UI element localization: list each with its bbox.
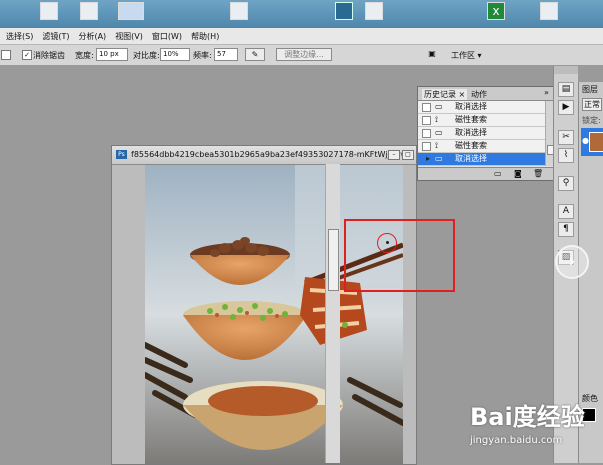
photoshop-doc-icon: Ps	[116, 150, 127, 159]
history-state-label: 磁性套索	[455, 115, 487, 124]
document-title-bar[interactable]: Ps f85564dbb4219cbea5301b2965a9ba23ef493…	[112, 146, 416, 165]
excel-app-icon[interactable]: x	[487, 2, 505, 20]
blend-mode-select[interactable]: 正常	[582, 98, 602, 111]
character-dock-icon[interactable]: A	[558, 204, 574, 219]
menu-item-window[interactable]: 窗口(W)	[152, 31, 182, 42]
deselect-icon: ▭	[435, 154, 443, 163]
history-state-label: 取消选择	[455, 154, 487, 163]
desktop-file-icon[interactable]	[40, 2, 58, 20]
snapshot-source-checkbox[interactable]	[422, 142, 431, 151]
scallion	[342, 322, 348, 328]
layer-row-selected[interactable]: ●	[581, 128, 603, 156]
refine-edge-button[interactable]: 调整边缘...	[276, 48, 332, 61]
tools-dock-icon[interactable]: ✂	[558, 130, 574, 145]
history-state-row[interactable]: ⟟ 磁性套索	[418, 114, 545, 127]
snapshot-source-checkbox[interactable]	[422, 103, 431, 112]
antialias-checkbox[interactable]: ✓	[22, 50, 32, 60]
magnetic-lasso-icon: ⟟	[435, 115, 438, 124]
lasso-anchor-point	[386, 241, 389, 244]
actions-dock-icon[interactable]: ▶	[558, 100, 574, 115]
magnetic-lasso-icon: ⟟	[435, 141, 438, 150]
history-dock-icon[interactable]: ▤	[558, 82, 574, 97]
history-footer: ▭ ◙ 🗑	[418, 167, 555, 180]
next-arrow-icon[interactable]: ›	[555, 245, 589, 279]
document-scroll-thumb[interactable]	[328, 229, 339, 291]
desktop-taskbar-strip: x	[0, 0, 603, 28]
desktop-app-icon[interactable]	[118, 2, 144, 20]
frequency-label: 频率:	[193, 51, 212, 60]
eye-icon[interactable]: ●	[582, 136, 589, 145]
desktop-file-icon[interactable]	[365, 2, 383, 20]
clone-dock-icon[interactable]: ⚲	[558, 176, 574, 191]
menu-item-filter[interactable]: 滤镜(T)	[42, 31, 69, 42]
baidu-jingyan-watermark: Bai度经验 jingyan.baidu.com	[470, 395, 600, 455]
antialias-label: 消除锯齿	[33, 51, 65, 60]
desktop-file-icon[interactable]	[540, 2, 558, 20]
menu-item-select[interactable]: 选择(S)	[6, 31, 33, 42]
maximize-icon[interactable]: □	[402, 150, 414, 160]
menu-item-help[interactable]: 帮助(H)	[191, 31, 219, 42]
layer-thumbnail	[589, 132, 603, 152]
menu-bar: 选择(S) 滤镜(T) 分析(A) 视图(V) 窗口(W) 帮助(H)	[0, 28, 603, 45]
history-state-row[interactable]: ▭ 取消选择	[418, 127, 545, 140]
document-vertical-scrollbar[interactable]	[325, 164, 340, 463]
menu-item-view[interactable]: 视图(V)	[115, 31, 143, 42]
history-state-label: 取消选择	[455, 102, 487, 111]
width-field[interactable]: 10 px	[96, 48, 128, 61]
panel-menu-icon[interactable]: »	[544, 88, 549, 97]
desktop-file-icon[interactable]	[80, 2, 98, 20]
lock-label: 锁定:	[582, 116, 601, 125]
history-panel: 历史记录 × 动作 » ▭ 取消选择 ⟟ 磁性套索 ▭ 取消选择 ⟟ 磁性套索 …	[417, 86, 556, 181]
tab-actions[interactable]: 动作	[471, 89, 487, 100]
snapshot-source-checkbox[interactable]	[422, 116, 431, 125]
contrast-field[interactable]: 10%	[160, 48, 190, 61]
workspace-button[interactable]: 工作区 ▾	[451, 50, 482, 61]
watermark-brand: Bai度经验	[470, 403, 585, 431]
width-label: 宽度:	[75, 51, 94, 60]
dock-header	[554, 66, 578, 74]
braised-pork-slices	[208, 386, 318, 416]
watermark-url: jingyan.baidu.com	[470, 435, 563, 446]
menu-item-analysis[interactable]: 分析(A)	[78, 31, 106, 42]
annotation-red-box	[344, 219, 455, 292]
history-state-row[interactable]: ⟟ 磁性套索	[418, 140, 545, 153]
history-state-label: 磁性套索	[455, 141, 487, 150]
tool-options-bar: ✓ 消除锯齿 宽度: 10 px 对比度: 10% 频率: 57 ✎ 调整边缘.…	[0, 45, 603, 66]
snapshot-icon[interactable]: ◙	[514, 169, 522, 178]
snapshot-source-checkbox[interactable]	[422, 129, 431, 138]
delete-icon[interactable]: 🗑	[533, 169, 543, 178]
contrast-label: 对比度:	[133, 51, 160, 60]
tab-history[interactable]: 历史记录 ×	[422, 89, 468, 100]
paragraph-dock-icon[interactable]: ¶	[558, 222, 574, 237]
document-window: Ps f85564dbb4219cbea5301b2965a9ba23ef493…	[111, 145, 417, 465]
desktop-app-icon[interactable]	[335, 2, 353, 20]
feather-checkbox[interactable]	[1, 50, 11, 60]
desktop-file-icon[interactable]	[230, 2, 248, 20]
history-state-row-selected[interactable]: ▸ ▭ 取消选择	[418, 153, 545, 166]
new-document-from-state-icon[interactable]: ▭	[494, 169, 502, 178]
history-state-row[interactable]: ▭ 取消选择	[418, 101, 545, 114]
image-canvas[interactable]	[145, 165, 403, 464]
history-brush-marker-icon: ▸	[426, 154, 431, 163]
stylus-pressure-icon[interactable]: ✎	[245, 48, 265, 61]
tab-layers[interactable]: 图层	[582, 84, 598, 95]
frequency-field[interactable]: 57	[214, 48, 238, 61]
deselect-icon: ▭	[435, 128, 443, 137]
document-title: f85564dbb4219cbea5301b2965a9ba23ef493530…	[131, 150, 414, 159]
deselect-icon: ▭	[435, 102, 443, 111]
history-panel-header: 历史记录 × 动作 »	[418, 87, 555, 101]
minimize-icon[interactable]: –	[388, 150, 400, 160]
history-state-label: 取消选择	[455, 128, 487, 137]
brush-dock-icon[interactable]: ⌇	[558, 148, 574, 163]
bridge-icon[interactable]: ▣	[424, 48, 440, 59]
